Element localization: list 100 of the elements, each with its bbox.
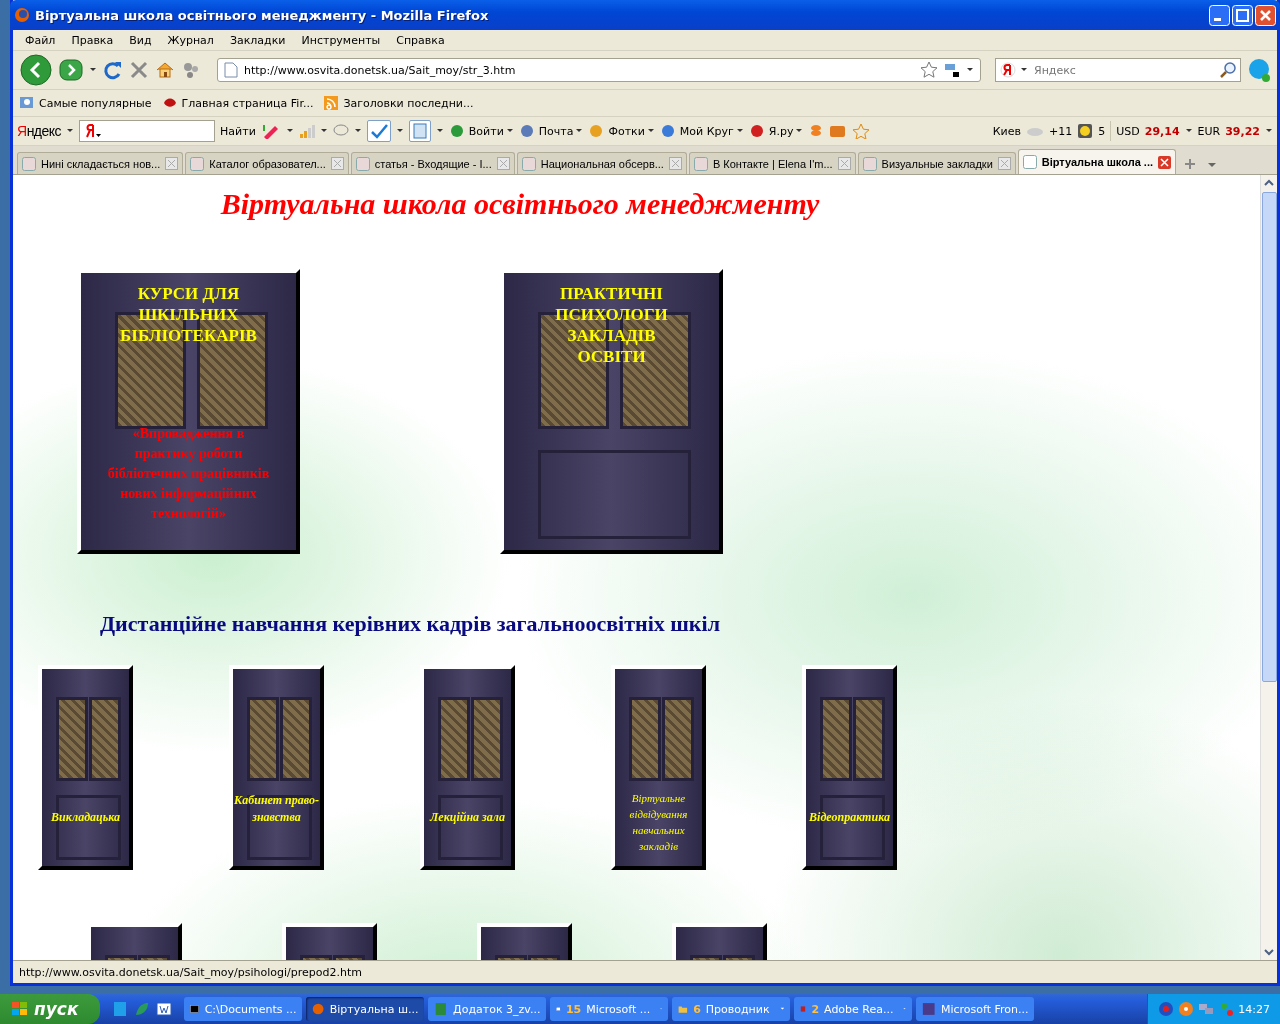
- dropdown-caret-icon[interactable]: [1265, 127, 1273, 135]
- close-button[interactable]: [1255, 4, 1276, 26]
- spellcheck-button[interactable]: [366, 120, 391, 142]
- taskbar-button[interactable]: C:\Documents ...: [184, 997, 303, 1021]
- toolbar-link[interactable]: Мой Круг: [679, 124, 734, 138]
- page-heading: Віртуальна школа освітнього менеджменту: [219, 187, 821, 221]
- dropdown-caret-icon[interactable]: [353, 127, 362, 135]
- taskbar-button[interactable]: Microsoft Fron...: [916, 997, 1035, 1021]
- yandex-logo-icon: [1000, 62, 1016, 78]
- favicon-icon: [22, 156, 36, 171]
- toolbar-link[interactable]: Я.ру: [768, 124, 794, 138]
- minimize-button[interactable]: [1209, 4, 1230, 26]
- browser-tab[interactable]: Национальная обсерв...: [516, 152, 687, 174]
- favicon-icon: [862, 156, 877, 171]
- checkmark-icon: [368, 122, 389, 140]
- search-field[interactable]: Яндекс: [995, 58, 1241, 82]
- currency-rate: 29,14: [1144, 124, 1180, 138]
- browser-tab[interactable]: Визуальные закладки: [857, 152, 1016, 174]
- forward-button[interactable]: [59, 59, 83, 81]
- currency-label: EUR: [1197, 124, 1221, 138]
- bookmark-link[interactable]: Главная страница Fir...: [181, 96, 314, 110]
- menu-item[interactable]: Файл: [17, 33, 64, 47]
- bookmark-link[interactable]: Самые популярные: [39, 96, 152, 110]
- favicon-icon: [355, 156, 370, 171]
- toolbar-link[interactable]: Почта: [538, 124, 574, 138]
- city-label: Киев: [992, 124, 1021, 138]
- browser-tab[interactable]: статья - Входящие - I...: [350, 152, 515, 174]
- door-link[interactable]: Кабинет право-знавства: [229, 665, 324, 870]
- browser-tab[interactable]: В Контакте | Elena I'm...: [688, 152, 856, 174]
- taskbar-button[interactable]: Додаток 3_zv...: [428, 997, 547, 1021]
- dropdown-caret-icon[interactable]: [1184, 127, 1193, 135]
- dropdown-caret-icon[interactable]: [285, 127, 294, 135]
- toolbar-link[interactable]: Фотки: [608, 124, 645, 138]
- favicon-icon: [693, 156, 708, 171]
- menu-item[interactable]: Правка: [63, 33, 122, 47]
- find-button[interactable]: Найти: [220, 124, 256, 138]
- room-label: Лекційна зала: [430, 809, 505, 826]
- dropdown-caret-icon[interactable]: [1020, 66, 1028, 74]
- dropdown-caret-icon[interactable]: [319, 127, 328, 135]
- taskbar-button[interactable]: 6 Проводник: [672, 997, 791, 1021]
- traffic-score: 5: [1098, 124, 1106, 138]
- yandex-logo[interactable]: Яндекс: [17, 123, 62, 139]
- scrollbar-thumb[interactable]: [1261, 192, 1277, 682]
- course-heading: КУРСИ ДЛЯ ШКІЛЬНИХ БІБЛІОТЕКАРІВ: [119, 283, 258, 346]
- maximize-button[interactable]: [1232, 4, 1253, 26]
- status-text: http://www.osvita.donetsk.ua/Sait_moy/psihologi/prepod2.htm: [19, 965, 362, 979]
- menu-item[interactable]: Инструменты: [293, 33, 389, 47]
- dropdown-caret-icon[interactable]: [735, 127, 744, 135]
- door-link[interactable]: КУРСИ ДЛЯ ШКІЛЬНИХ БІБЛІОТЕКАРІВ «Впровадження в практику роботи бібліотечних працівників нових інформаційних технологій»: [77, 269, 300, 554]
- browser-tab[interactable]: Віртуальна школа ...: [1017, 149, 1176, 174]
- dropdown-caret-icon[interactable]: [435, 127, 444, 135]
- reload-icon[interactable]: [103, 60, 123, 80]
- menu-item[interactable]: Вид: [121, 33, 160, 47]
- currency-rate: 39,22: [1225, 124, 1260, 138]
- start-button[interactable]: пуск: [0, 994, 101, 1024]
- menu-item[interactable]: Справка: [388, 33, 453, 47]
- menu-item[interactable]: Журнал: [159, 33, 222, 47]
- currency-label: USD: [1116, 124, 1140, 138]
- dropdown-caret-icon[interactable]: [575, 127, 584, 135]
- taskbar-button[interactable]: Віртуальна ш...: [306, 997, 425, 1021]
- molecule-icon[interactable]: [181, 60, 201, 80]
- door-link[interactable]: Викладацька: [38, 665, 133, 870]
- star-icon[interactable]: [852, 123, 871, 139]
- taskbar-button[interactable]: 2 Adobe Rea...: [794, 997, 913, 1021]
- section-heading: Дистанційне навчання керівних кадрів загальноосвітніх шкіл: [99, 610, 721, 637]
- door-link[interactable]: Лекційна зала: [420, 665, 515, 870]
- stop-icon[interactable]: [129, 60, 149, 80]
- browser-tab[interactable]: Каталог образовател...: [185, 152, 349, 174]
- bookmark-link[interactable]: Заголовки последни...: [343, 96, 474, 110]
- address-bar[interactable]: http://www.osvita.donetsk.ua/Sait_moy/str_3.htm: [217, 58, 981, 82]
- browser-tab[interactable]: Нині складається нов...: [17, 152, 184, 174]
- favicon-icon: [521, 156, 536, 171]
- tab-close-icon[interactable]: [1158, 155, 1171, 169]
- group-count: 6: [693, 1002, 701, 1016]
- favicon-icon: [190, 156, 205, 171]
- temperature-text: +11: [1049, 124, 1073, 138]
- windows-logo-icon: [10, 1000, 30, 1018]
- dropdown-caret-icon[interactable]: [89, 66, 97, 74]
- dropdown-caret-icon[interactable]: [505, 127, 514, 135]
- star-icon[interactable]: [920, 61, 938, 79]
- door-link[interactable]: Віртуальне відвідування навчальних закладів: [611, 665, 706, 870]
- dropdown-caret-icon[interactable]: [395, 127, 404, 135]
- yandex-search-field[interactable]: [79, 120, 216, 142]
- search-icon[interactable]: [1220, 62, 1236, 78]
- dropdown-caret-icon[interactable]: [66, 127, 75, 135]
- taskbar-button[interactable]: 15 Microsoft ...: [550, 997, 669, 1021]
- back-button[interactable]: [19, 54, 53, 86]
- door-link[interactable]: Відеопрактика: [802, 665, 897, 870]
- keyboard-layout-icon[interactable]: [944, 62, 960, 78]
- leaf-icon[interactable]: [134, 1001, 151, 1017]
- room-label: Відеопрактика: [809, 809, 890, 826]
- dropdown-caret-icon[interactable]: [795, 127, 804, 135]
- home-icon[interactable]: [155, 60, 175, 80]
- door-link[interactable]: ПРАКТИЧНІ ПСИХОЛОГИ ЗАКЛАДІВ ОСВІТИ: [500, 269, 723, 554]
- dropdown-caret-icon[interactable]: [966, 66, 974, 74]
- dropdown-caret-icon[interactable]: [646, 127, 655, 135]
- disc-icon[interactable]: [1178, 1001, 1195, 1017]
- toolbar-link[interactable]: Войти: [468, 124, 504, 138]
- menu-item[interactable]: Закладки: [221, 33, 294, 47]
- wallet-icon[interactable]: [829, 123, 848, 139]
